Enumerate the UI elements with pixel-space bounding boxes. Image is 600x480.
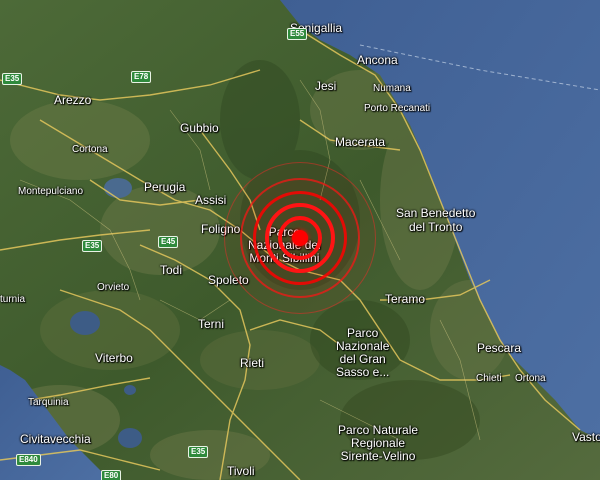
place-label: Vasto [572,430,600,444]
place-label: Numana [373,83,411,94]
place-label: San Benedetto [396,206,476,220]
place-label: Assisi [195,193,227,207]
map-view[interactable]: Senigallia Ancona Numana Jesi Porto Reca… [0,0,600,480]
place-label: Tarquinia [28,397,69,408]
place-label: Arezzo [54,93,92,107]
place-label: Teramo [385,292,426,306]
road-shield-e55: E55 [287,28,308,40]
place-label: Terni [198,317,225,331]
lake-trasimeno [104,178,132,198]
lake-bolsena [70,311,100,335]
road-shield-e78: E78 [131,71,152,83]
place-label: Todi [160,263,183,277]
road-shield-e840: E840 [16,454,41,466]
place-label: turnia [0,294,26,305]
place-label: Jesi [315,79,337,93]
road-shield-e80: E80 [101,470,122,480]
road-shield-e35: E35 [2,73,23,85]
place-label: Cortona [72,144,108,155]
road-shield-e45: E45 [158,236,179,248]
park-label-gran-sasso: Parco Nazionale del Gran Sasso e... [336,327,389,379]
place-label: Ancona [357,53,398,67]
park-label-line: Sirente-Velino [340,449,416,463]
lake-bracciano [118,428,142,448]
park-label-line: Sasso e... [336,365,390,379]
place-label: Chieti [476,373,502,384]
park-label-sirente: Parco Naturale Regionale Sirente-Velino [338,424,418,463]
place-label: Porto Recanati [364,103,431,114]
place-label: Rieti [240,356,265,370]
road-shield-e35: E35 [188,446,209,458]
place-label: Gubbio [180,121,219,135]
place-label: del Tronto [409,220,463,234]
place-label: Ortona [515,373,546,384]
place-label: Macerata [335,135,386,149]
place-label: Tivoli [227,464,255,478]
place-label: Perugia [144,180,186,194]
place-label: Pescara [477,341,522,355]
place-label: Viterbo [95,351,133,365]
lake-vico [124,385,136,395]
place-label: Orvieto [97,282,130,293]
road-shield-e35: E35 [82,240,103,252]
epicenter-dot [292,230,308,246]
place-label: Montepulciano [18,186,84,197]
place-label: Civitavecchia [20,432,91,446]
